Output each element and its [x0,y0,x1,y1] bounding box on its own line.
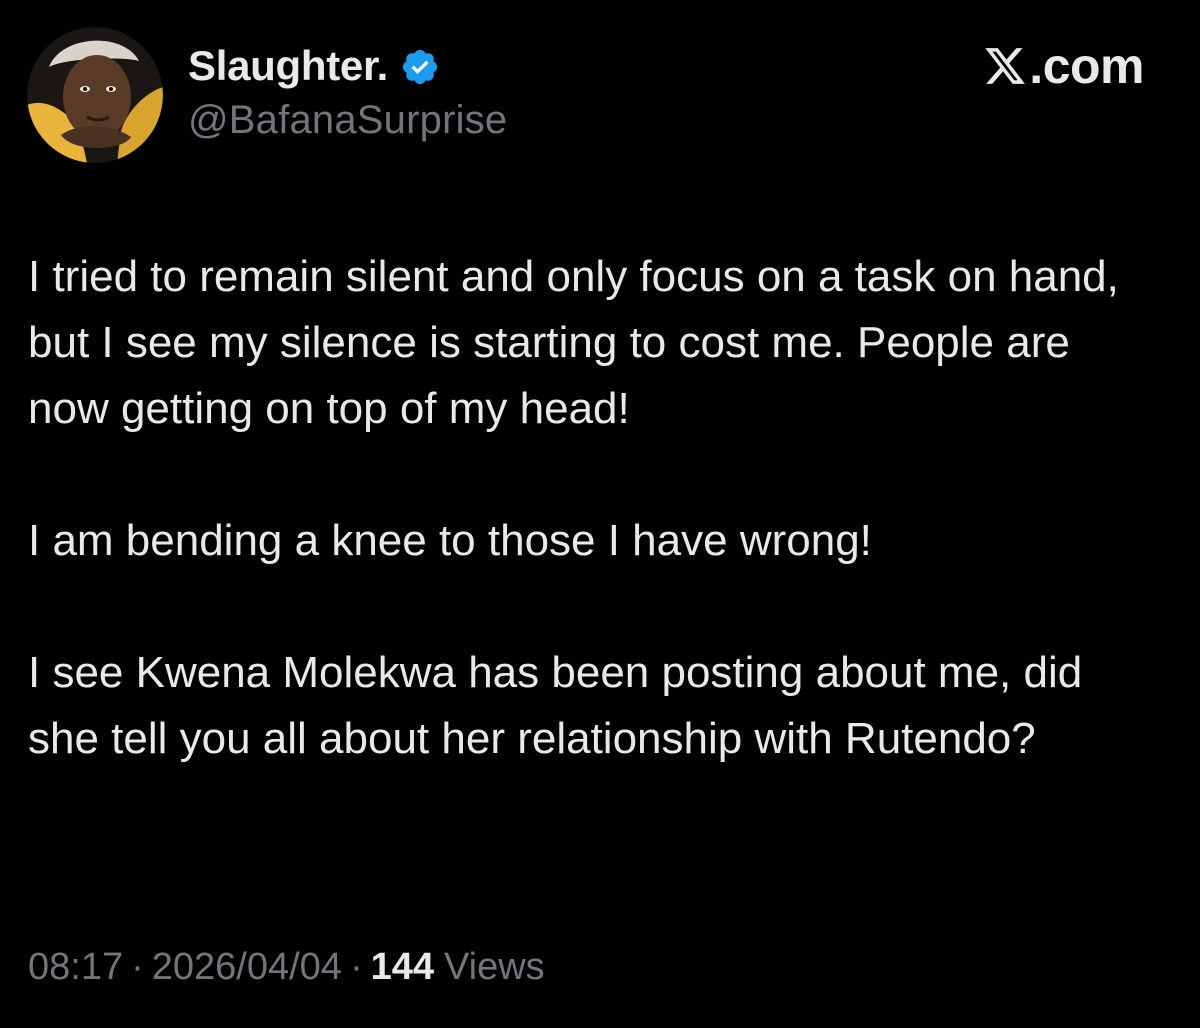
brand-watermark: .com [983,36,1144,96]
tweet-date[interactable]: 2026/04/04 [152,946,342,989]
tweet-paragraph: I see Kwena Molekwa has been posting abo… [28,648,1083,763]
meta-separator: · [131,946,144,988]
views-label: Views [444,946,545,988]
author-handle[interactable]: @BafanaSurprise [188,98,507,143]
brand-domain-text: .com [1029,38,1144,94]
tweet-body: I tried to remain silent and only focus … [28,244,1158,772]
tweet-meta: 08:17 · 2026/04/04 · 144 Views [28,946,545,989]
profile-avatar-image [27,27,163,163]
tweet-card: Slaughter. @BafanaSurprise .com I tried … [0,0,1200,1028]
tweet-paragraph: I am bending a knee to those I have wron… [28,516,872,565]
avatar[interactable] [27,27,163,163]
x-logo-icon [983,44,1027,88]
verified-badge-icon [400,47,440,87]
views-count[interactable]: 144 [371,946,434,989]
author-name-row: Slaughter. [188,38,440,94]
author-display-name[interactable]: Slaughter. [188,42,388,90]
tweet-time[interactable]: 08:17 [28,946,123,989]
tweet-paragraph: I tried to remain silent and only focus … [28,252,1119,433]
meta-separator: · [349,946,363,988]
